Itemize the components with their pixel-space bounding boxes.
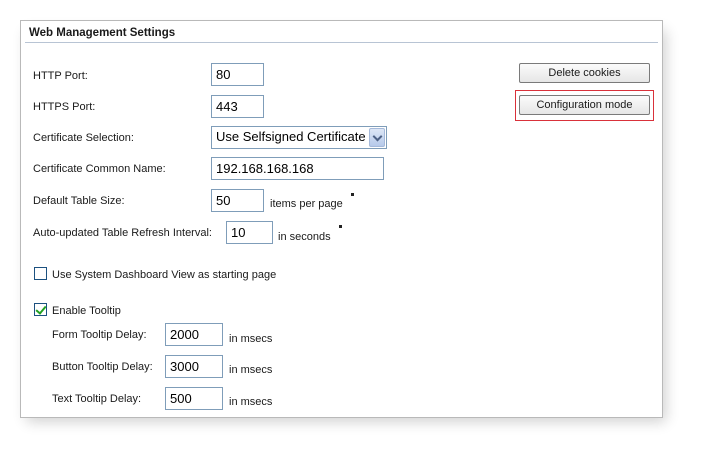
form-tooltip-delay-input[interactable] bbox=[165, 323, 223, 346]
certificate-selection-value: Use Selfsigned Certificate bbox=[216, 129, 366, 144]
title-divider bbox=[25, 42, 658, 43]
chevron-down-icon[interactable] bbox=[369, 128, 385, 147]
text-tooltip-delay-label: Text Tooltip Delay: bbox=[52, 393, 142, 405]
http-port-input[interactable] bbox=[211, 63, 264, 86]
section-title: Web Management Settings bbox=[29, 27, 176, 39]
refresh-interval-input[interactable] bbox=[226, 221, 273, 244]
button-tooltip-delay-suffix: in msecs bbox=[229, 364, 273, 376]
help-marker-icon bbox=[339, 225, 342, 228]
refresh-interval-suffix: in seconds bbox=[278, 231, 331, 243]
enable-tooltip-checkbox[interactable] bbox=[34, 303, 47, 316]
button-tooltip-delay-label: Button Tooltip Delay: bbox=[52, 361, 153, 373]
web-management-settings-panel: Web Management Settings HTTP Port: HTTPS… bbox=[20, 20, 663, 418]
http-port-label: HTTP Port: bbox=[33, 70, 88, 82]
default-table-size-input[interactable] bbox=[211, 189, 264, 212]
delete-cookies-button[interactable]: Delete cookies bbox=[519, 63, 650, 83]
certificate-common-name-label: Certificate Common Name: bbox=[33, 163, 166, 175]
certificate-common-name-input[interactable] bbox=[211, 157, 384, 180]
https-port-input[interactable] bbox=[211, 95, 264, 118]
https-port-label: HTTPS Port: bbox=[33, 101, 96, 113]
button-tooltip-delay-input[interactable] bbox=[165, 355, 223, 378]
configuration-mode-button[interactable]: Configuration mode bbox=[519, 95, 650, 115]
dashboard-start-label: Use System Dashboard View as starting pa… bbox=[52, 269, 277, 281]
form-tooltip-delay-suffix: in msecs bbox=[229, 333, 273, 345]
enable-tooltip-label: Enable Tooltip bbox=[52, 305, 121, 317]
certificate-selection-label: Certificate Selection: bbox=[33, 132, 134, 144]
form-tooltip-delay-label: Form Tooltip Delay: bbox=[52, 329, 147, 341]
dashboard-start-checkbox[interactable] bbox=[34, 267, 47, 280]
help-marker-icon bbox=[351, 193, 354, 196]
refresh-interval-label: Auto-updated Table Refresh Interval: bbox=[33, 227, 212, 239]
text-tooltip-delay-suffix: in msecs bbox=[229, 396, 273, 408]
table-size-suffix: items per page bbox=[270, 198, 343, 210]
text-tooltip-delay-input[interactable] bbox=[165, 387, 223, 410]
default-table-size-label: Default Table Size: bbox=[33, 195, 125, 207]
certificate-selection-dropdown[interactable]: Use Selfsigned Certificate bbox=[211, 126, 387, 149]
